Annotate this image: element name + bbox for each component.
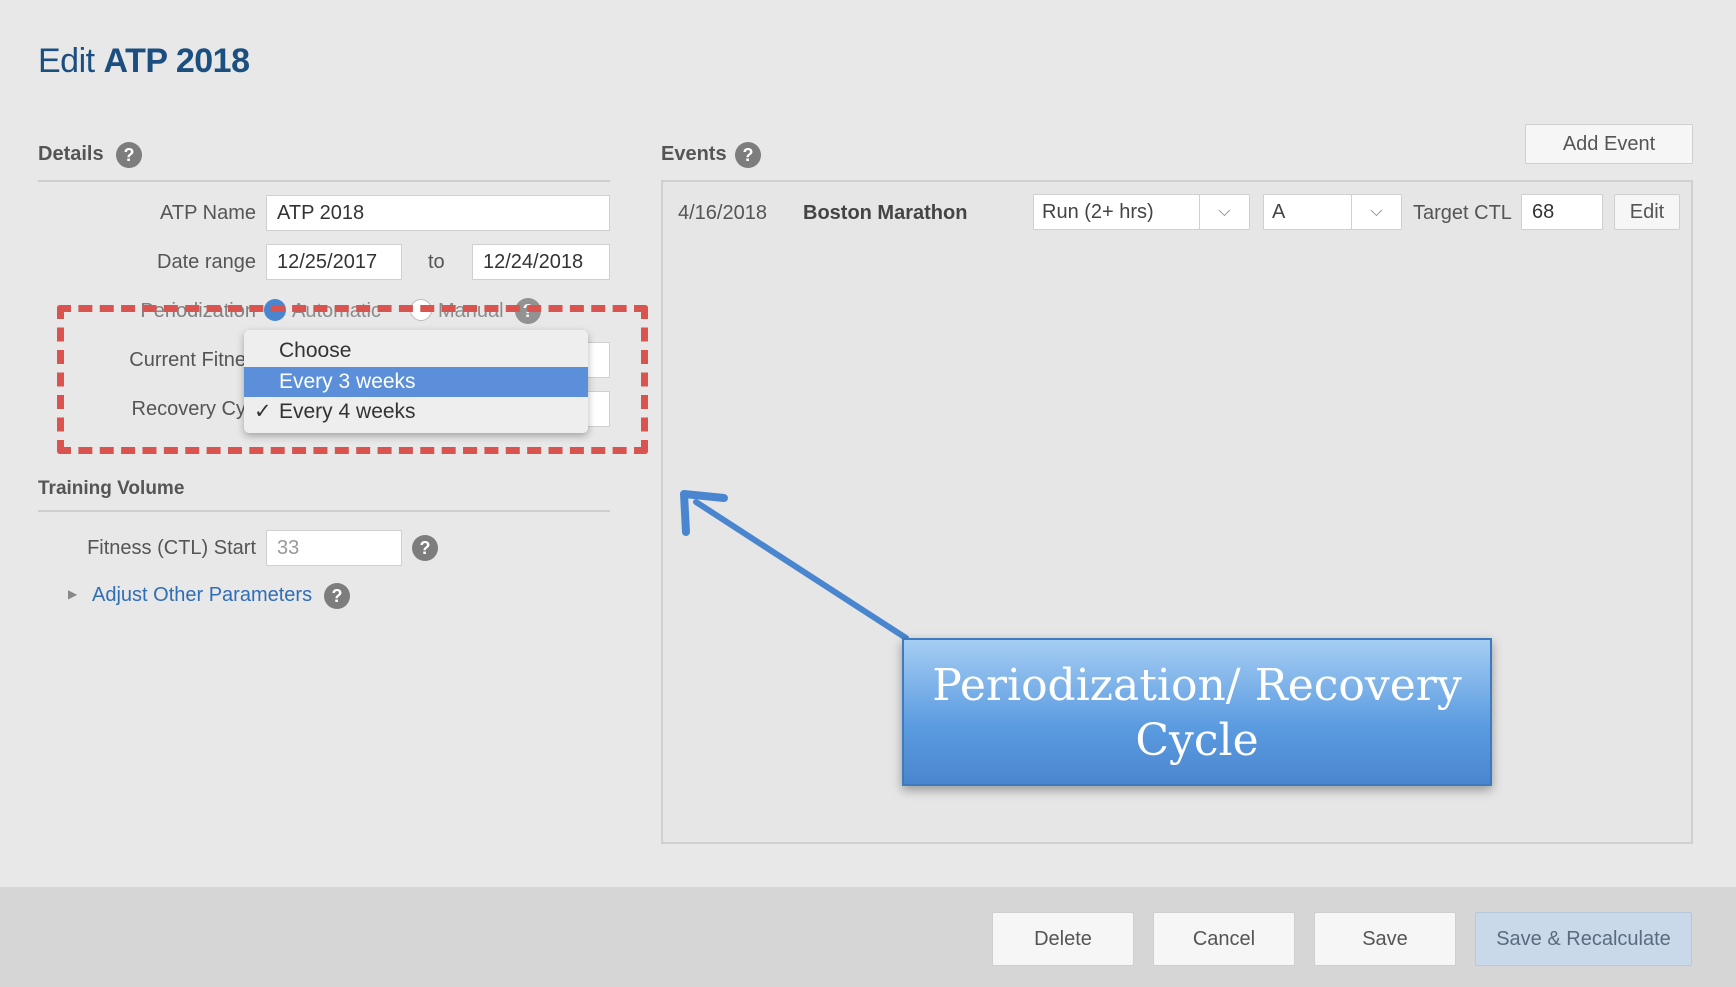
event-priority-select[interactable]: A ⌵ xyxy=(1263,194,1402,230)
details-heading: Details xyxy=(38,143,104,165)
footer-bar: Delete Cancel Save Save & Recalculate xyxy=(0,887,1736,987)
chevron-down-icon: ⌵ xyxy=(1199,195,1249,229)
event-priority-value: A xyxy=(1272,201,1286,223)
save-recalculate-button[interactable]: Save & Recalculate xyxy=(1475,912,1692,966)
expand-triangle-icon[interactable]: ▶ xyxy=(68,587,77,601)
callout-line-1: Periodization/ Recovery xyxy=(932,660,1462,711)
ctl-help-icon[interactable]: ? xyxy=(412,535,438,561)
chevron-down-icon: ⌵ xyxy=(1351,195,1401,229)
events-heading: Events xyxy=(661,143,727,165)
ctl-start-input[interactable]: 33 xyxy=(266,530,402,566)
adjust-parameters-link[interactable]: Adjust Other Parameters xyxy=(92,584,312,607)
target-ctl-input[interactable]: 68 xyxy=(1521,194,1603,230)
details-help-icon[interactable]: ? xyxy=(116,142,142,168)
edit-event-button[interactable]: Edit xyxy=(1614,194,1680,230)
annotation-arrow-icon xyxy=(680,490,909,641)
target-ctl-label: Target CTL xyxy=(1413,202,1512,224)
page-title: Edit ATP 2018 xyxy=(38,42,250,81)
annotation-callout: Periodization/ Recovery Cycle xyxy=(902,638,1492,786)
training-divider xyxy=(38,510,610,512)
details-divider xyxy=(38,180,610,182)
event-date: 4/16/2018 xyxy=(678,202,767,224)
atp-name-label: ATP Name xyxy=(160,202,256,224)
training-volume-heading: Training Volume xyxy=(38,478,185,499)
date-start-input[interactable]: 12/25/2017 xyxy=(266,244,402,280)
save-button[interactable]: Save xyxy=(1314,912,1456,966)
ctl-start-label: Fitness (CTL) Start xyxy=(87,537,256,559)
page-title-prefix: Edit xyxy=(38,42,95,80)
event-type-value: Run (2+ hrs) xyxy=(1042,201,1154,223)
atp-name-input[interactable]: ATP 2018 xyxy=(266,195,610,231)
date-end-input[interactable]: 12/24/2018 xyxy=(472,244,610,280)
date-range-label: Date range xyxy=(157,251,256,273)
delete-button[interactable]: Delete xyxy=(992,912,1134,966)
event-name: Boston Marathon xyxy=(803,202,968,224)
add-event-button[interactable]: Add Event xyxy=(1525,124,1693,164)
callout-line-2: Cycle xyxy=(1135,715,1259,766)
event-type-select[interactable]: Run (2+ hrs) ⌵ xyxy=(1033,194,1250,230)
highlight-dashed-box xyxy=(57,305,648,454)
page-title-name: ATP 2018 xyxy=(103,42,250,80)
date-to-label: to xyxy=(428,251,445,273)
events-help-icon[interactable]: ? xyxy=(735,142,761,168)
cancel-button[interactable]: Cancel xyxy=(1153,912,1295,966)
adjust-help-icon[interactable]: ? xyxy=(324,583,350,609)
